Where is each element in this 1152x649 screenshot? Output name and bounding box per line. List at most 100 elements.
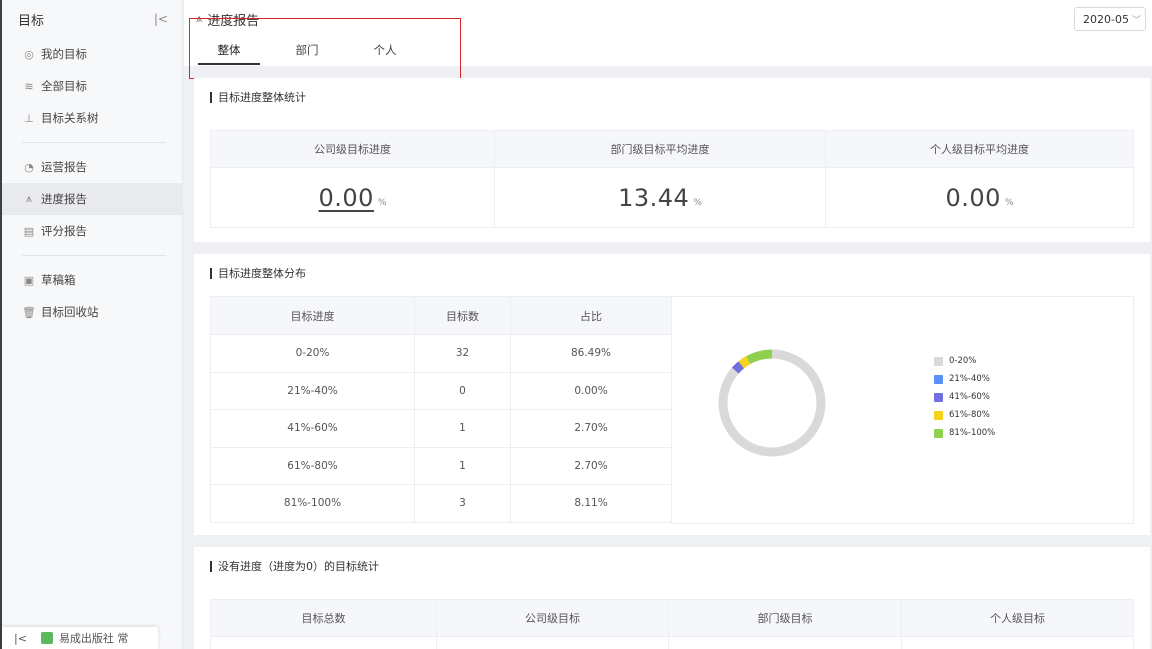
- sidebar-item-label: 草稿箱: [41, 273, 76, 287]
- unit-label: %: [1004, 198, 1014, 208]
- table-row: 0-20% 32 86.49%: [210, 334, 672, 373]
- sidebar-divider: [22, 142, 166, 143]
- stat-company: 公司级目标进度 0.00 %: [211, 131, 495, 227]
- tab-overall[interactable]: 整体: [198, 38, 260, 66]
- tab-department[interactable]: 部门: [276, 38, 338, 66]
- table-cell: 41%-60%: [210, 409, 415, 448]
- nop-department: 部门级目标 27: [669, 600, 902, 649]
- stat-value-wrap: 13.44 %: [495, 168, 825, 228]
- department-progress-value: 13.44: [618, 184, 690, 212]
- company-progress-value[interactable]: 0.00: [319, 184, 374, 212]
- sidebar-item-label: 目标关系树: [41, 111, 99, 125]
- progress-chart-icon: ⩚: [196, 12, 203, 25]
- sidebar-item-operation-report[interactable]: ◔ 运营报告: [2, 151, 182, 183]
- nop-total: 目标总数 32: [211, 600, 437, 649]
- draft-icon: ▣: [23, 273, 35, 287]
- sidebar-divider: [22, 255, 166, 256]
- section-title-bar: [210, 91, 212, 103]
- sidebar-item-all-goals[interactable]: ≋ 全部目标: [2, 70, 182, 102]
- section-title: 目标进度整体分布: [194, 254, 1150, 292]
- legend-swatch: [934, 428, 943, 438]
- trash-icon: 🗑: [22, 305, 36, 319]
- sidebar-item-drafts[interactable]: ▣ 草稿箱: [2, 264, 182, 296]
- stat-label: 个人级目标平均进度: [826, 131, 1133, 168]
- donut-slice-41%-60%[interactable]: [731, 361, 745, 374]
- column-header: 目标数: [414, 296, 511, 335]
- sidebar-item-label: 评分报告: [41, 224, 87, 238]
- column-header: 占比: [510, 296, 672, 335]
- collapse-sidebar-icon[interactable]: |<: [154, 12, 168, 26]
- legend-item[interactable]: 41%-60%: [934, 388, 995, 406]
- nop-personal: 个人级目标 1: [902, 600, 1133, 649]
- legend-item[interactable]: 0-20%: [934, 352, 995, 370]
- sidebar-item-goal-tree[interactable]: ⊥ 目标关系树: [2, 102, 182, 134]
- sidebar-title: 目标: [18, 13, 45, 29]
- sidebar-item-recycle-bin[interactable]: 🗑 目标回收站: [2, 296, 182, 328]
- legend-swatch: [934, 392, 943, 402]
- table-cell: 0-20%: [210, 334, 415, 373]
- layers-icon: ≋: [24, 79, 34, 93]
- stat-personal: 个人级目标平均进度 0.00 %: [826, 131, 1133, 227]
- overall-stats-card: 目标进度整体统计 公司级目标进度 0.00 % 部门级目标平均进度 13.44 …: [194, 78, 1150, 242]
- tab-personal[interactable]: 个人: [354, 38, 416, 66]
- company-goals-value[interactable]: 4: [437, 637, 668, 649]
- total-goals-value[interactable]: 32: [211, 637, 436, 649]
- legend-item[interactable]: 81%-100%: [934, 424, 995, 442]
- personal-goals-value[interactable]: 1: [902, 637, 1133, 649]
- sidebar-item-label: 目标回收站: [41, 305, 99, 319]
- no-progress-card: 没有进度（进度为0）的目标统计 目标总数 32 公司级目标 4 部门级目标 27…: [194, 547, 1150, 649]
- sidebar-item-my-goals[interactable]: ◎ 我的目标: [2, 38, 182, 70]
- table-cell: 8.11%: [510, 484, 672, 523]
- overall-stats-table: 公司级目标进度 0.00 % 部门级目标平均进度 13.44 % 个人级目标平均…: [210, 130, 1134, 228]
- table-row: 21%-40% 0 0.00%: [210, 371, 672, 410]
- pie-icon: ◔: [24, 160, 34, 174]
- sidebar-item-label: 全部目标: [41, 79, 87, 93]
- legend-item[interactable]: 61%-80%: [934, 406, 995, 424]
- org-logo-icon: [40, 632, 53, 644]
- table-row: 61%-80% 1 2.70%: [210, 446, 672, 485]
- target-icon: ◎: [24, 47, 34, 61]
- month-selector[interactable]: 2020-05 ﹀: [1074, 7, 1146, 31]
- distribution-card: 目标进度整体分布 目标进度 目标数 占比 0-20% 32 86.49% 21%…: [194, 254, 1150, 535]
- personal-progress-value: 0.00: [945, 184, 1001, 212]
- section-title-text: 没有进度（进度为0）的目标统计: [218, 560, 379, 573]
- legend-swatch: [934, 374, 943, 384]
- stat-value-wrap: 0.00 %: [211, 168, 494, 228]
- document-icon: ▤: [23, 224, 35, 238]
- column-header: 部门级目标: [669, 600, 901, 637]
- sidebar-item-progress-report[interactable]: ⩚ 进度报告: [2, 183, 182, 215]
- department-goals-value[interactable]: 27: [669, 637, 901, 649]
- table-cell: 81%-100%: [210, 484, 415, 523]
- section-title-bar: [210, 560, 212, 572]
- table-cell: 61%-80%: [210, 446, 415, 485]
- table-header-row: 目标进度 目标数 占比: [210, 296, 672, 335]
- table-cell: 1: [414, 446, 511, 485]
- section-title: 目标进度整体统计: [194, 78, 1150, 116]
- table-cell: 0: [414, 371, 511, 410]
- donut-chart: [718, 349, 826, 457]
- donut-slice-81%-100%[interactable]: [745, 349, 773, 365]
- table-row: 81%-100% 3 8.11%: [210, 484, 672, 523]
- donut-slice-61%-80%[interactable]: [738, 356, 751, 369]
- tree-icon: ⊥: [24, 111, 34, 125]
- sidebar-item-score-report[interactable]: ▤ 评分报告: [2, 215, 182, 247]
- legend-label: 81%-100%: [949, 428, 996, 438]
- legend-item[interactable]: 21%-40%: [934, 370, 995, 388]
- table-cell: 32: [414, 334, 511, 373]
- section-title-text: 目标进度整体统计: [218, 91, 306, 104]
- column-header: 目标总数: [211, 600, 436, 637]
- legend-label: 21%-40%: [949, 374, 990, 384]
- legend-swatch: [934, 410, 943, 420]
- page-title-text: 进度报告: [207, 13, 260, 29]
- table-cell: 2.70%: [510, 446, 672, 485]
- table-cell: 21%-40%: [210, 371, 415, 410]
- sidebar-item-label: 我的目标: [41, 47, 87, 61]
- stat-value-wrap: 0.00 %: [826, 168, 1133, 228]
- distribution-table: 目标进度 目标数 占比 0-20% 32 86.49% 21%-40% 0 0.…: [210, 296, 672, 523]
- collapse-icon[interactable]: |<: [14, 632, 27, 645]
- legend-label: 0-20%: [949, 356, 977, 366]
- stat-label: 公司级目标进度: [211, 131, 494, 168]
- section-title-text: 目标进度整体分布: [218, 267, 306, 280]
- sidebar-footer[interactable]: |< 易成出版社 常: [2, 627, 158, 649]
- chevron-down-icon: ﹀: [1131, 15, 1141, 26]
